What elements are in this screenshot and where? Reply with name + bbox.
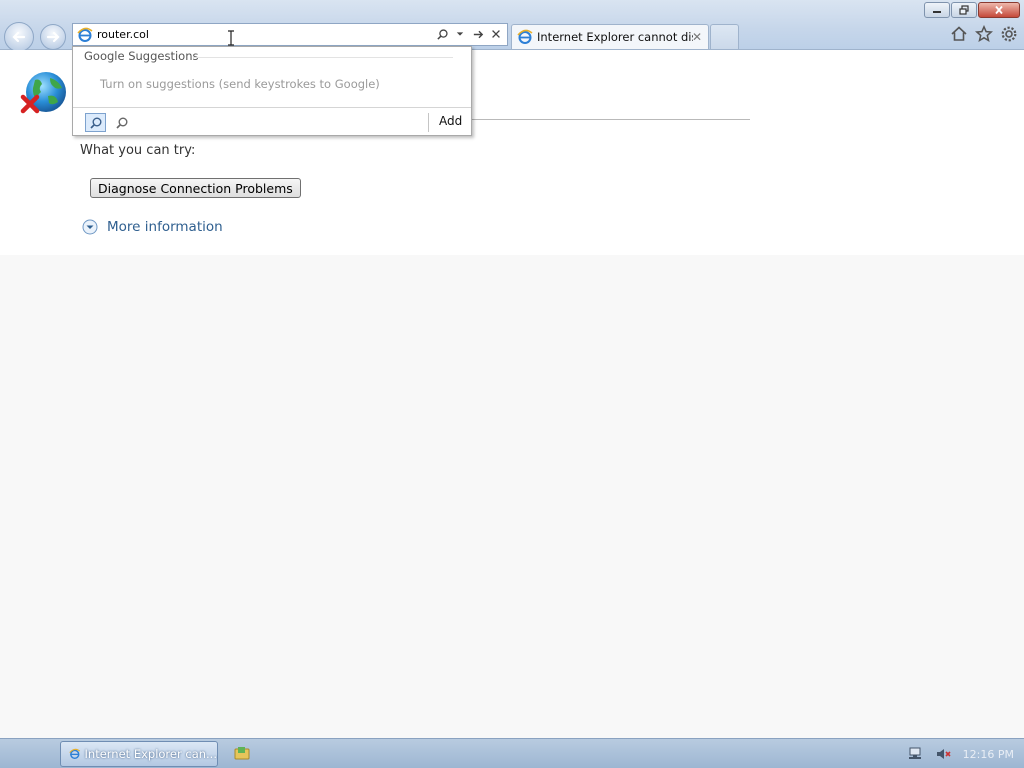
clock[interactable]: 12:16 PM: [963, 748, 1014, 761]
stop-icon[interactable]: [489, 27, 503, 41]
taskbar: Internet Explorer can... 12:16 PM: [0, 738, 1024, 768]
ie-tab-icon: [517, 29, 533, 44]
more-information-toggle[interactable]: More information: [82, 219, 223, 235]
window-controls: [924, 2, 1020, 18]
ie-taskbar-icon: [69, 748, 81, 760]
minimize-button[interactable]: [924, 2, 950, 18]
search-provider-bar: Add: [73, 107, 471, 135]
more-information-label: More information: [107, 219, 223, 235]
text-cursor-icon: [228, 30, 234, 46]
tab-title: Internet Explorer cannot dis...: [537, 30, 693, 44]
address-input[interactable]: [97, 25, 417, 44]
add-provider-button[interactable]: Add: [439, 114, 462, 128]
go-arrow-icon[interactable]: [471, 27, 485, 41]
system-tray: 12:16 PM: [907, 746, 1014, 762]
network-icon[interactable]: [907, 746, 923, 762]
provider-separator: [428, 113, 429, 132]
close-icon: [995, 5, 1003, 15]
address-tools: [435, 27, 503, 41]
tab-active[interactable]: Internet Explorer cannot dis... ✕: [511, 24, 709, 49]
expand-chevron-icon: [82, 219, 98, 235]
address-bar[interactable]: [72, 23, 508, 46]
favorites-icon: [974, 24, 993, 42]
folder-flag-icon[interactable]: [234, 746, 250, 760]
diagnose-connection-button[interactable]: Diagnose Connection Problems: [90, 178, 301, 198]
back-button[interactable]: [4, 22, 34, 52]
suggestions-divider: [193, 57, 453, 58]
suggestions-header: Google Suggestions: [84, 49, 199, 63]
tools-button[interactable]: [999, 24, 1018, 43]
globe-error-icon: [20, 72, 66, 114]
turn-on-suggestions-link[interactable]: Turn on suggestions (send keystrokes to …: [100, 77, 380, 91]
search-icon[interactable]: [435, 27, 449, 41]
tab-close-icon[interactable]: ✕: [692, 30, 702, 44]
tools-gear-icon: [1001, 26, 1016, 41]
forward-arrow-icon: [46, 31, 60, 43]
restore-button[interactable]: [951, 2, 977, 18]
browser-chrome: Internet Explorer cannot dis... ✕: [0, 0, 1024, 52]
search-provider-selected[interactable]: [85, 113, 106, 132]
new-tab-button[interactable]: [710, 24, 739, 49]
home-button[interactable]: [949, 24, 968, 43]
page-content: What you can try: Diagnose Connection Pr…: [0, 50, 1024, 738]
home-icon: [950, 25, 967, 41]
taskbar-ie-label: Internet Explorer can...: [84, 747, 217, 761]
taskbar-ie-window[interactable]: Internet Explorer can...: [60, 741, 218, 767]
toolbar-right: [949, 24, 1018, 43]
search-provider-alt[interactable]: [111, 113, 132, 132]
ie-page-icon: [77, 27, 93, 42]
volume-muted-icon[interactable]: [935, 746, 951, 762]
address-suggestions-dropdown: Google Suggestions Turn on suggestions (…: [72, 46, 472, 136]
forward-button[interactable]: [40, 24, 66, 50]
start-button[interactable]: [0, 739, 56, 768]
back-arrow-icon: [12, 31, 26, 43]
search-provider-icon: [89, 117, 101, 129]
close-button[interactable]: [978, 2, 1020, 18]
try-label: What you can try:: [80, 143, 196, 158]
restore-icon: [959, 5, 969, 15]
favorites-button[interactable]: [974, 24, 993, 43]
search-provider-icon: [115, 117, 127, 129]
divider: [456, 119, 750, 120]
minimize-icon: [933, 11, 941, 13]
dropdown-icon[interactable]: [453, 27, 467, 41]
